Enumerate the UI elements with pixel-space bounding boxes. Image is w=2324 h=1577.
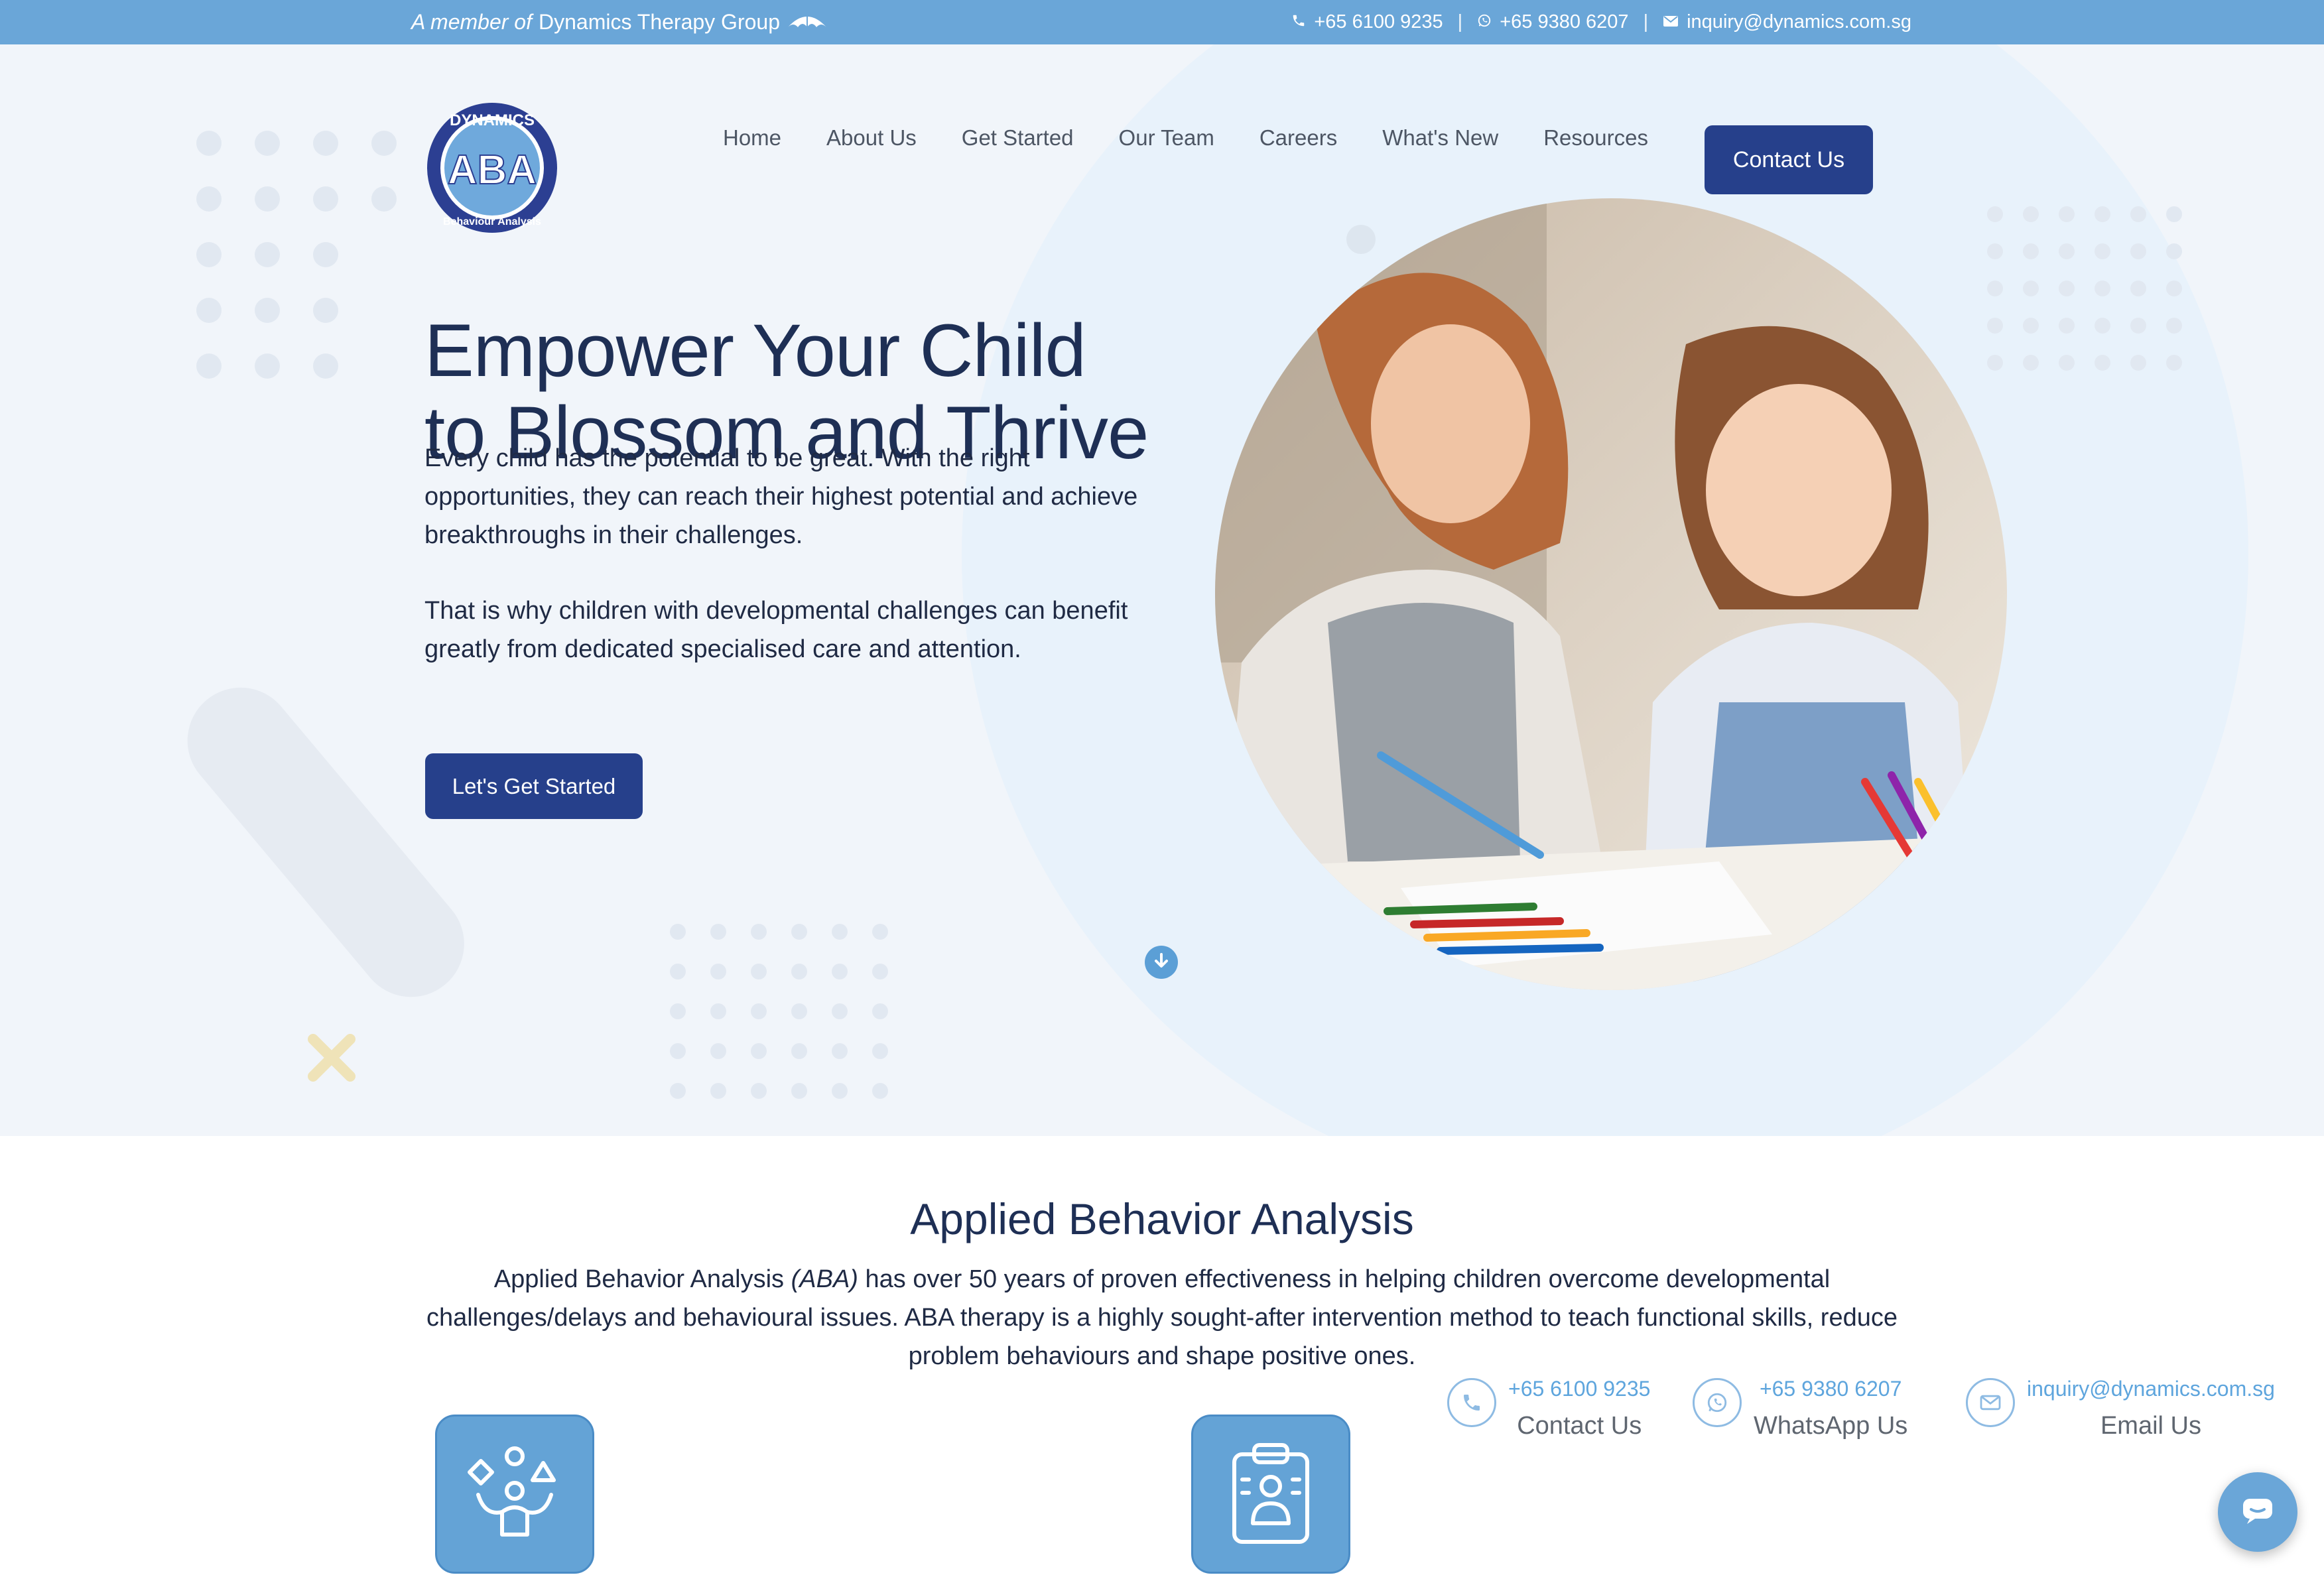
nav-our-team[interactable]: Our Team [1119, 125, 1214, 151]
feature-card-skills[interactable] [435, 1415, 594, 1574]
floating-contact-email[interactable]: inquiry@dynamics.com.sg Email Us [1966, 1375, 2275, 1446]
top-info-bar: A member of Dynamics Therapy Group +65 6… [0, 0, 2324, 44]
nav-whats-new[interactable]: What's New [1382, 125, 1498, 151]
member-of-group: A member of Dynamics Therapy Group [411, 0, 828, 44]
site-logo[interactable]: DYNAMICS ABA Behaviour Analysis [426, 101, 558, 234]
hero-paragraph-1: Every child has the potential to be grea… [424, 444, 1138, 549]
top-email-link[interactable]: inquiry@dynamics.com.sg [1663, 11, 1911, 33]
umbrella-icon [787, 10, 828, 35]
floating-email-label: Email Us [2100, 1412, 2201, 1440]
scroll-down-button[interactable] [1145, 946, 1178, 979]
floating-phone-label: Contact Us [1517, 1412, 1642, 1440]
top-phone: +65 6100 9235 [1314, 11, 1443, 32]
main-nav: Home About Us Get Started Our Team Caree… [723, 125, 1648, 151]
group-name: Dynamics Therapy Group [538, 10, 780, 34]
floating-phone-number: +65 6100 9235 [1508, 1377, 1651, 1401]
whatsapp-icon [1477, 11, 1492, 33]
whatsapp-icon [1693, 1378, 1742, 1427]
top-contacts: +65 6100 9235 | +65 9380 6207 | inquiry@… [1291, 0, 1911, 44]
member-prefix: A member of [411, 10, 532, 34]
feature-card-assessment[interactable] [1191, 1415, 1350, 1574]
juggling-person-icon [465, 1443, 564, 1546]
logo-top-text: DYNAMICS [450, 111, 535, 129]
clipboard-icon [1228, 1440, 1314, 1549]
logo-bottom-text: Behaviour Analysis [443, 216, 541, 227]
chat-icon [2240, 1496, 2275, 1529]
floating-contact-whatsapp[interactable]: +65 9380 6207 WhatsApp Us [1693, 1375, 1907, 1446]
mail-icon [1966, 1378, 2015, 1427]
hero-title-line1: Empower Your Child [424, 309, 1086, 392]
hero-photo [1215, 198, 2007, 990]
top-whatsapp-link[interactable]: +65 9380 6207 [1477, 11, 1629, 33]
top-whatsapp: +65 9380 6207 [1500, 11, 1629, 32]
site-header: DYNAMICS ABA Behaviour Analysis Home Abo… [0, 44, 2324, 233]
floating-whatsapp-label: WhatsApp Us [1754, 1412, 1908, 1440]
floating-email-address: inquiry@dynamics.com.sg [2027, 1377, 2275, 1401]
hero-paragraph-2: That is why children with developmental … [424, 597, 1128, 663]
top-phone-link[interactable]: +65 6100 9235 [1291, 11, 1443, 33]
floating-contact-phone[interactable]: +65 6100 9235 Contact Us [1447, 1375, 1650, 1446]
mail-icon [1663, 11, 1679, 33]
floating-whatsapp-number: +65 9380 6207 [1759, 1377, 1902, 1401]
top-email: inquiry@dynamics.com.sg [1687, 11, 1911, 32]
contact-us-button[interactable]: Contact Us [1705, 125, 1873, 194]
decorative-dots [1987, 206, 2182, 371]
aba-description: Applied Behavior Analysis (ABA) has over… [411, 1260, 1913, 1375]
decorative-shape [166, 666, 486, 1019]
separator: | [1457, 11, 1463, 32]
nav-resources[interactable]: Resources [1543, 125, 1648, 151]
decorative-cross-icon [306, 1033, 357, 1086]
chat-widget-button[interactable] [2218, 1472, 2297, 1552]
aba-text-start: Applied Behavior Analysis [493, 1265, 791, 1293]
arrow-down-icon [1151, 951, 1171, 974]
phone-icon [1291, 11, 1306, 33]
aba-section-title: Applied Behavior Analysis [910, 1194, 1414, 1243]
lets-get-started-button[interactable]: Let's Get Started [425, 753, 643, 819]
logo-center-text: ABA [448, 147, 537, 193]
nav-about-us[interactable]: About Us [826, 125, 917, 151]
hero-section: DYNAMICS ABA Behaviour Analysis Home Abo… [0, 44, 2324, 1136]
decorative-dots [670, 924, 888, 1099]
separator: | [1643, 11, 1649, 32]
nav-home[interactable]: Home [723, 125, 781, 151]
nav-careers[interactable]: Careers [1259, 125, 1337, 151]
decorative-dot [1346, 225, 1376, 254]
phone-icon [1447, 1378, 1496, 1427]
nav-get-started[interactable]: Get Started [962, 125, 1074, 151]
aba-text-italic: (ABA) [791, 1265, 858, 1293]
